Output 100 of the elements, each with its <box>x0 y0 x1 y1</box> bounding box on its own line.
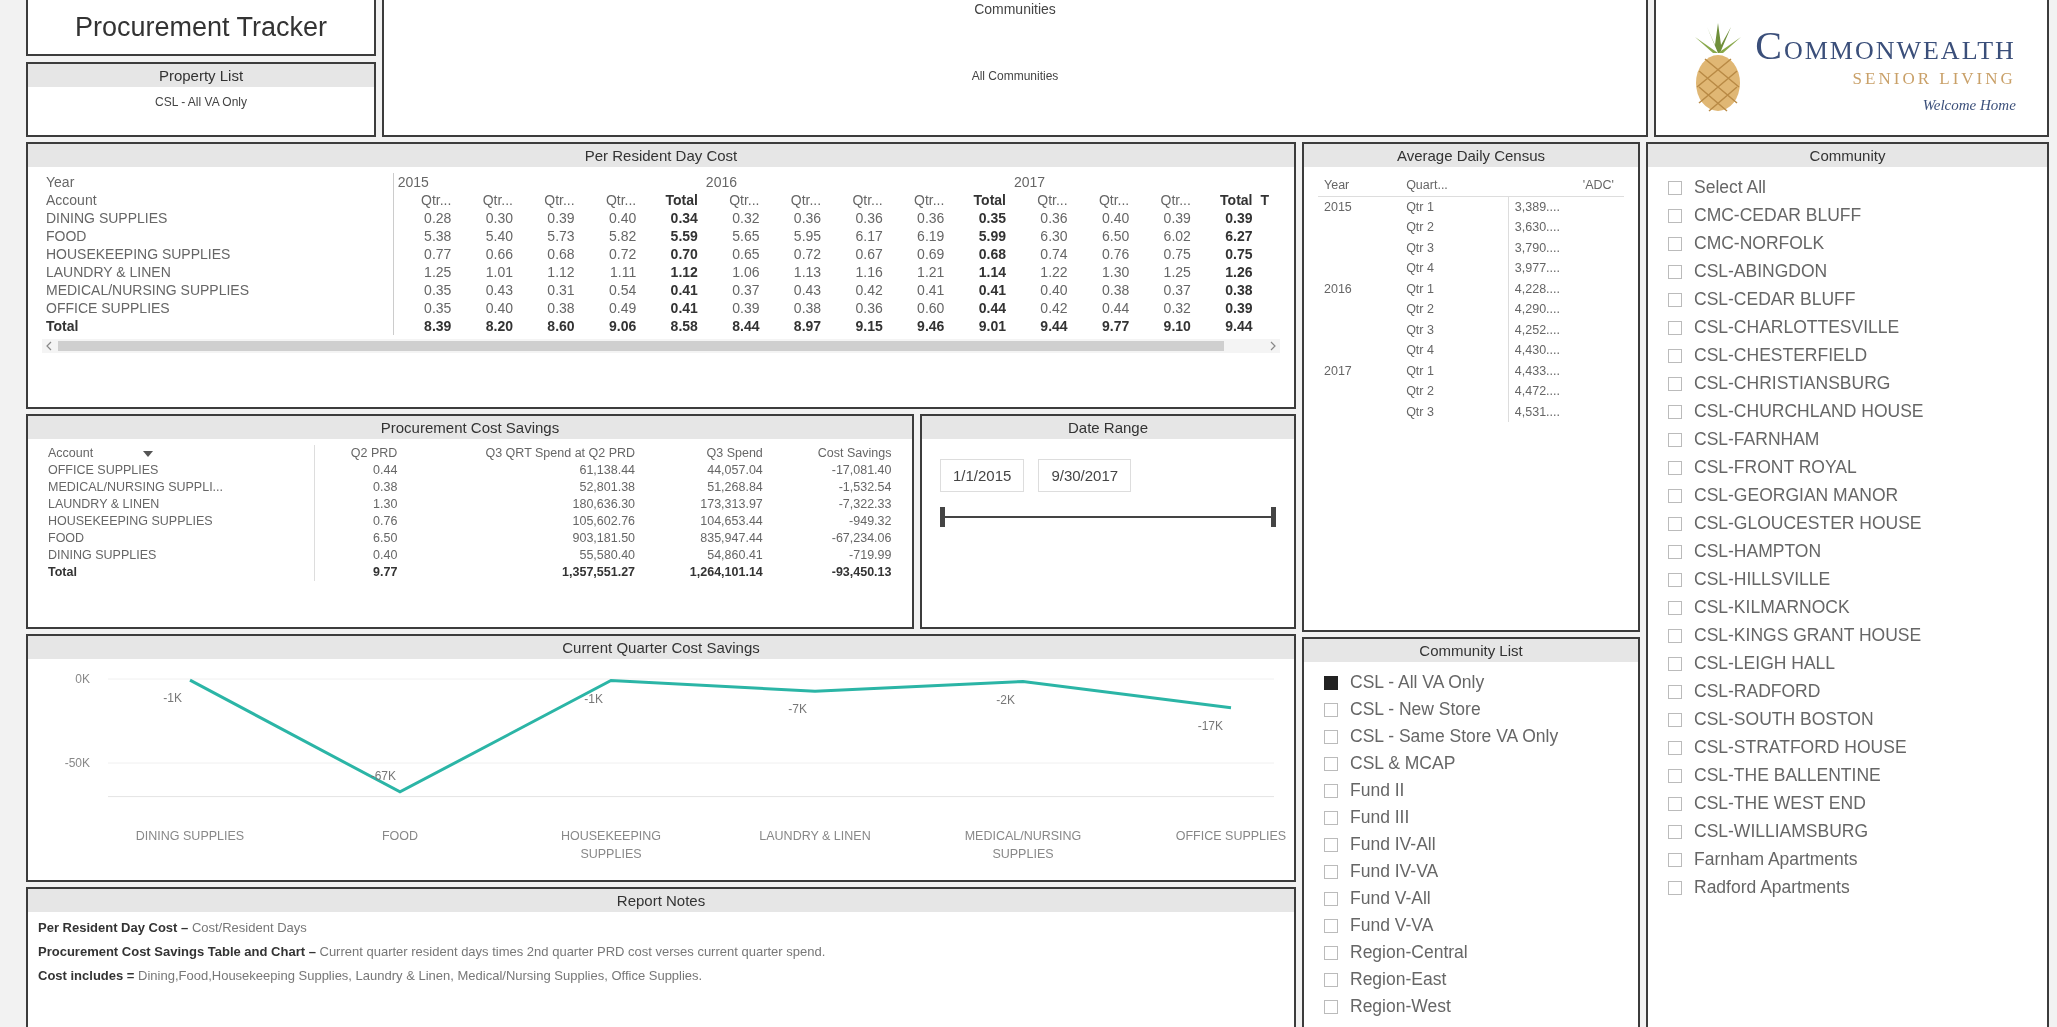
checkbox[interactable] <box>1668 544 1682 559</box>
checkbox[interactable] <box>1668 376 1682 391</box>
checkbox-label[interactable]: CSL-GLOUCESTER HOUSE <box>1694 513 1922 534</box>
checkbox-label[interactable]: CSL & MCAP <box>1350 753 1456 774</box>
checkbox[interactable] <box>1668 432 1682 447</box>
checkbox[interactable] <box>1668 852 1682 867</box>
checkbox[interactable] <box>1324 918 1338 933</box>
logo-tagline: Welcome Home <box>1922 96 2016 114</box>
checkbox[interactable] <box>1668 796 1682 811</box>
checkbox-label[interactable]: CSL-SOUTH BOSTON <box>1694 709 1874 730</box>
checkbox-label[interactable]: CSL-CEDAR BLUFF <box>1694 289 1856 310</box>
checkbox-label[interactable]: Farnham Apartments <box>1694 849 1858 870</box>
checkbox[interactable] <box>1668 824 1682 839</box>
slider-handle[interactable] <box>1271 507 1276 527</box>
table-cell-text: 8.58 <box>669 317 699 335</box>
checkbox[interactable] <box>1324 837 1338 852</box>
checkbox-label[interactable]: Region-East <box>1350 969 1447 990</box>
checkbox[interactable] <box>1324 729 1338 744</box>
checkbox-label[interactable]: Fund V-All <box>1350 888 1431 909</box>
checkbox[interactable] <box>1668 768 1682 783</box>
checkbox-label[interactable]: Radford Apartments <box>1694 877 1850 898</box>
checkbox-label[interactable]: Select All <box>1694 177 1766 198</box>
scrollbar-thumb[interactable] <box>58 341 1224 351</box>
checkbox-label[interactable]: CSL - Same Store VA Only <box>1350 726 1559 747</box>
checkbox[interactable] <box>1668 488 1682 503</box>
checkbox-label[interactable]: CSL-GEORGIAN MANOR <box>1694 485 1899 506</box>
checkbox[interactable] <box>1668 180 1682 195</box>
table-cell-text: 5.40 <box>484 227 514 245</box>
checkbox-label[interactable]: CSL-ABINGDON <box>1694 261 1828 282</box>
checkbox[interactable] <box>1668 628 1682 643</box>
checkbox[interactable] <box>1668 572 1682 587</box>
checkbox-label[interactable]: CSL-FRONT ROYAL <box>1694 457 1857 478</box>
checkbox[interactable] <box>1668 404 1682 419</box>
checkbox-label[interactable]: CSL-CHARLOTTESVILLE <box>1694 317 1900 338</box>
checkbox[interactable] <box>1668 236 1682 251</box>
checkbox[interactable] <box>1668 740 1682 755</box>
checkbox-label[interactable]: CMC-CEDAR BLUFF <box>1694 205 1862 226</box>
checkbox[interactable] <box>1668 684 1682 699</box>
checkbox-label[interactable]: CSL-STRATFORD HOUSE <box>1694 737 1907 758</box>
checkbox-label[interactable]: CSL-THE WEST END <box>1694 793 1866 814</box>
checkbox-label[interactable]: Region-Central <box>1350 942 1468 963</box>
checkbox-label[interactable]: CSL-FARNHAM <box>1694 429 1820 450</box>
scroll-right-icon[interactable] <box>1270 341 1276 351</box>
checkbox[interactable] <box>1668 208 1682 223</box>
checkbox-label[interactable]: CSL-CHESTERFIELD <box>1694 345 1868 366</box>
checkbox-label[interactable]: CSL-RADFORD <box>1694 681 1821 702</box>
checkbox[interactable] <box>1324 972 1338 987</box>
checkbox-label[interactable]: CSL-HILLSVILLE <box>1694 569 1831 590</box>
checkbox[interactable] <box>1668 712 1682 727</box>
checkbox[interactable] <box>1668 600 1682 615</box>
checkbox[interactable] <box>1668 460 1682 475</box>
sort-caret-icon[interactable] <box>143 450 154 457</box>
start-date-field[interactable]: 1/1/2015 <box>940 459 1025 492</box>
checkbox[interactable] <box>1324 810 1338 825</box>
panel-title: Report Notes <box>28 889 1294 912</box>
checkbox-label[interactable]: CSL-KILMARNOCK <box>1694 597 1850 618</box>
checkbox-label[interactable]: CSL-WILLIAMSBURG <box>1694 821 1869 842</box>
checkbox[interactable] <box>1668 320 1682 335</box>
date-range-slider[interactable] <box>940 506 1276 528</box>
scroll-left-icon[interactable] <box>46 341 52 351</box>
checkbox[interactable] <box>1324 864 1338 879</box>
checkbox[interactable] <box>1668 348 1682 363</box>
checkbox-label[interactable]: Fund V-VA <box>1350 915 1434 936</box>
checkbox-label[interactable]: CSL - New Store <box>1350 699 1481 720</box>
checkbox[interactable] <box>1324 945 1338 960</box>
table-cell-text: 0.40 <box>1039 281 1069 299</box>
checkbox[interactable] <box>1668 516 1682 531</box>
checkbox[interactable] <box>1668 292 1682 307</box>
checkbox-label[interactable]: Fund II <box>1350 780 1405 801</box>
checkbox[interactable] <box>1668 656 1682 671</box>
checkbox-label[interactable]: Fund III <box>1350 807 1410 828</box>
checkbox[interactable] <box>1668 264 1682 279</box>
checkbox-label[interactable]: CMC-NORFOLK <box>1694 233 1825 254</box>
checkbox-label[interactable]: Region-West <box>1350 996 1451 1017</box>
row-header: LAUNDRY & LINEN <box>42 263 394 281</box>
checkbox[interactable] <box>1324 702 1338 717</box>
checkbox[interactable] <box>1324 999 1338 1014</box>
end-date-field[interactable]: 9/30/2017 <box>1038 459 1132 492</box>
checkbox-label[interactable]: Fund IV-VA <box>1350 861 1439 882</box>
checkbox[interactable] <box>1324 891 1338 906</box>
checkbox-label[interactable]: CSL-CHURCHLAND HOUSE <box>1694 401 1924 422</box>
table-cell-text: 1.01 <box>484 263 514 281</box>
checkbox-label[interactable]: CSL-THE BALLENTINE <box>1694 765 1881 786</box>
checkbox[interactable] <box>1324 756 1338 771</box>
table-cell-text: -93,450.13 <box>830 564 893 581</box>
checkbox-label[interactable]: CSL-LEIGH HALL <box>1694 653 1836 674</box>
checkbox-label[interactable]: CSL-CHRISTIANSBURG <box>1694 373 1891 394</box>
checkbox[interactable] <box>1324 675 1338 690</box>
checkbox-label[interactable]: CSL - All VA Only <box>1350 672 1485 693</box>
horizontal-scrollbar[interactable] <box>42 339 1280 353</box>
table-cell-text: 8.20 <box>484 317 514 335</box>
year-cell: 2016 <box>1324 281 1352 296</box>
checkbox[interactable] <box>1324 783 1338 798</box>
table-cell-text: 0.40 <box>484 299 514 317</box>
year-header: 2015 <box>397 174 429 190</box>
slider-handle[interactable] <box>940 507 945 527</box>
checkbox[interactable] <box>1668 880 1682 895</box>
checkbox-label[interactable]: Fund IV-All <box>1350 834 1436 855</box>
checkbox-label[interactable]: CSL-HAMPTON <box>1694 541 1822 562</box>
checkbox-label[interactable]: CSL-KINGS GRANT HOUSE <box>1694 625 1922 646</box>
